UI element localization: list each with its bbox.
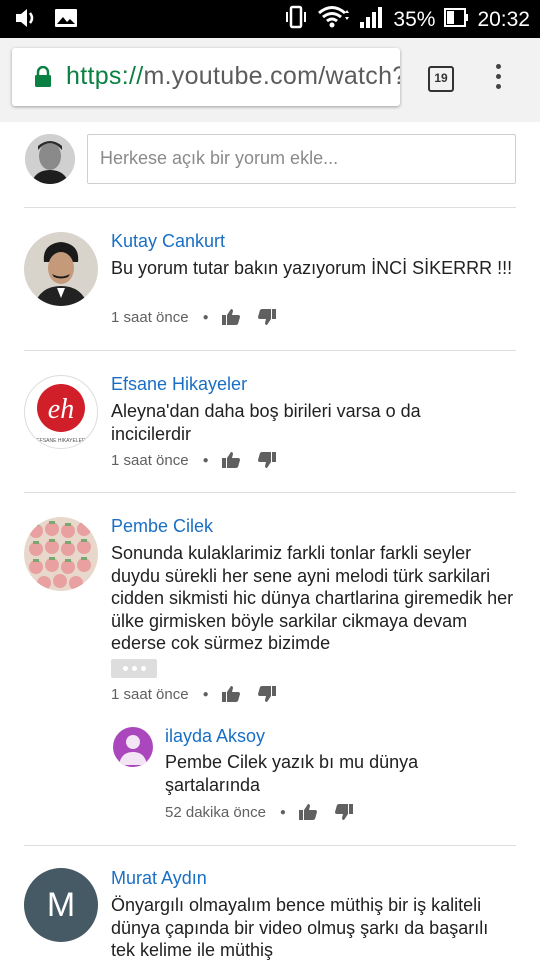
avatar-caption: EFSANE HIKAYELER bbox=[36, 438, 85, 444]
dislike-icon[interactable] bbox=[257, 451, 277, 469]
reply-time: 52 dakika önce bbox=[165, 803, 266, 821]
reply-author[interactable]: ilayda Aksoy bbox=[165, 726, 265, 747]
battery-percent: 35% bbox=[393, 8, 436, 31]
status-bar: 35% 20:32 bbox=[0, 0, 540, 38]
browser-toolbar: https://m.youtube.com/watch? 19 bbox=[0, 38, 540, 122]
battery-icon bbox=[443, 5, 469, 35]
comment-meta: 1 saat önce ● bbox=[111, 451, 293, 469]
comment-text: Sonunda kulaklarimiz farkli tonlar farkl… bbox=[111, 543, 514, 653]
comment-text: Önyargılı olmayalım bence müthiş bir iş … bbox=[111, 895, 489, 960]
image-icon bbox=[54, 8, 78, 33]
read-more-button[interactable] bbox=[111, 659, 157, 678]
comment-text: Aleyna'dan daha boş birileri varsa o da … bbox=[111, 401, 421, 444]
comment-author[interactable]: Pembe Cilek bbox=[111, 516, 213, 537]
wifi-icon bbox=[317, 4, 351, 36]
divider bbox=[24, 845, 516, 846]
clock: 20:32 bbox=[477, 8, 530, 31]
signal-icon bbox=[359, 5, 385, 35]
comment-author[interactable]: Kutay Cankurt bbox=[111, 231, 225, 252]
volume-icon bbox=[14, 7, 38, 34]
comment-meta: 1 saat önce ● bbox=[111, 308, 293, 326]
author-avatar[interactable]: eh EFSANE HIKAYELER bbox=[24, 375, 98, 449]
author-avatar[interactable] bbox=[24, 517, 98, 591]
lock-icon bbox=[34, 65, 52, 93]
reply-meta: 52 dakika önce ● bbox=[165, 803, 370, 821]
avatar-monogram: eh bbox=[48, 394, 74, 425]
comment-author[interactable]: Murat Aydın bbox=[111, 868, 207, 889]
comment-author[interactable]: Efsane Hikayeler bbox=[111, 374, 247, 395]
like-icon[interactable] bbox=[221, 451, 241, 469]
comment-time: 1 saat önce bbox=[111, 308, 189, 326]
reply-author-avatar[interactable] bbox=[113, 727, 153, 767]
like-icon[interactable] bbox=[298, 803, 318, 821]
dislike-icon[interactable] bbox=[257, 685, 277, 703]
overflow-menu-icon[interactable] bbox=[496, 64, 501, 94]
divider bbox=[24, 492, 516, 493]
url-scheme: https:// bbox=[66, 62, 144, 90]
address-bar[interactable]: https://m.youtube.com/watch? bbox=[12, 48, 400, 106]
comment-meta: 1 saat önce ● bbox=[111, 685, 293, 703]
comment-input[interactable]: Herkese açık bir yorum ekle... bbox=[87, 134, 516, 184]
like-icon[interactable] bbox=[221, 685, 241, 703]
author-avatar[interactable]: M bbox=[24, 868, 98, 942]
divider bbox=[24, 350, 516, 351]
dislike-icon[interactable] bbox=[334, 803, 354, 821]
tab-switcher-button[interactable]: 19 bbox=[428, 66, 454, 92]
comment-composer: Herkese açık bir yorum ekle... bbox=[0, 122, 540, 208]
divider bbox=[24, 207, 516, 208]
url-text: https://m.youtube.com/watch? bbox=[66, 62, 400, 91]
url-host: m.youtube.com/watch? bbox=[143, 62, 400, 90]
user-avatar bbox=[25, 134, 75, 184]
reply-text: Pembe Cilek yazık bı mu dünya şartaların… bbox=[165, 752, 419, 795]
comment-text: Bu yorum tutar bakın yazıyorum İNCİ SİKE… bbox=[111, 258, 513, 278]
comment-time: 1 saat önce bbox=[111, 451, 189, 469]
like-icon[interactable] bbox=[221, 308, 241, 326]
author-avatar[interactable] bbox=[24, 232, 98, 306]
comment-time: 1 saat önce bbox=[111, 685, 189, 703]
vibrate-icon bbox=[283, 4, 309, 36]
dislike-icon[interactable] bbox=[257, 308, 277, 326]
